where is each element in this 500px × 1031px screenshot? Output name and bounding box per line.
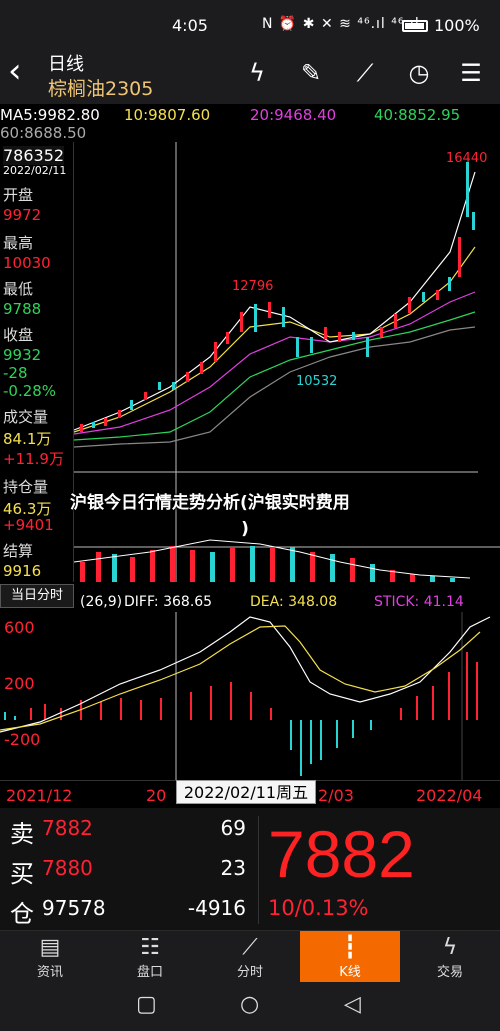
trend-line-icon[interactable]: ⟋ <box>348 56 382 90</box>
crosshair-date: 2022/02/11周五 <box>176 780 316 804</box>
date-label-2: 20 <box>146 786 167 805</box>
volume-bars <box>80 546 455 582</box>
intraday-icon: ⟋ <box>242 935 258 960</box>
oi-change: +9401 <box>3 516 54 534</box>
ma60-value: 60:8688.50 <box>0 124 87 142</box>
last-price: 7882 <box>268 817 415 891</box>
ma40-value: 40:8852.95 <box>374 106 461 124</box>
header: ‹ 日线 棕榈油2305 ϟ ✎ ⟋ ◷ ☰ <box>0 42 500 104</box>
clock-icon[interactable]: ◷ <box>402 56 436 90</box>
flash-icon[interactable]: ϟ <box>240 56 274 90</box>
open-label: 开盘 <box>3 186 34 204</box>
stick-value: STICK: 41.14 <box>374 594 464 610</box>
newspaper-icon: ▤ <box>39 935 61 960</box>
settle-value: 9916 <box>3 562 42 580</box>
high-value: 10030 <box>3 254 51 272</box>
overlay-title: 沪银今日行情走势分析(沪银实时费用 ) <box>70 490 420 542</box>
settle-label: 结算 <box>3 542 34 560</box>
period-title: 日线 <box>48 54 84 75</box>
high-label: 最高 <box>3 234 34 252</box>
macd-axis-200: 200 <box>4 674 35 693</box>
volume-value: 84.1万 <box>3 430 52 448</box>
volume-change: +11.9万 <box>3 450 64 468</box>
info-date: 2022/02/11 <box>3 164 67 177</box>
bar-info-panel: 786352 2022/02/11 开盘 9972 最高 10030 最低 97… <box>0 142 74 582</box>
trade-icon: ϟ <box>442 935 458 960</box>
contract-title: 棕榈油2305 <box>48 78 154 100</box>
ma5-value: MA5:9982.80 <box>0 106 100 124</box>
position-change: -4916 <box>187 896 246 920</box>
change-pct: -0.28% <box>3 382 57 400</box>
close-label: 收盘 <box>3 326 34 344</box>
tab-kline[interactable]: ┇ K线 <box>300 931 400 983</box>
back-nav-icon[interactable]: ◁ <box>344 992 361 1017</box>
mid-low-label: 10532 <box>296 374 337 389</box>
dea-value: DEA: 348.08 <box>250 594 338 610</box>
last-change: 10/0.13% <box>268 896 369 920</box>
overlay-title-line2: ) <box>241 519 249 539</box>
ma-legend: MA5:9982.80 10:9807.60 20:9468.40 40:885… <box>0 104 500 124</box>
overlay-title-line1: 沪银今日行情走势分析(沪银实时费用 <box>70 493 350 513</box>
macd-params: (26,9) <box>80 594 123 610</box>
tab-intraday[interactable]: ⟋ 分时 <box>200 931 300 983</box>
low-label: 最低 <box>3 280 34 298</box>
system-nav-bar: ▢ ○ ◁ <box>0 982 500 1031</box>
back-icon[interactable]: ‹ <box>8 52 38 92</box>
sell-volume: 69 <box>220 816 246 840</box>
volume-label: 成交量 <box>3 408 49 426</box>
bottom-tabs: ▤ 资讯 ☷ 盘口 ⟋ 分时 ┇ K线 ϟ 交易 <box>0 930 500 983</box>
open-value: 9972 <box>3 206 42 224</box>
low-value: 9788 <box>3 300 42 318</box>
diff-value: DIFF: 368.65 <box>124 594 213 610</box>
ma40-line <box>73 311 476 441</box>
change-value: -28 <box>3 364 28 382</box>
orderbook-icon: ☷ <box>140 935 160 960</box>
position-label: 仓 <box>10 900 34 928</box>
tab-trade[interactable]: ϟ 交易 <box>400 931 500 983</box>
ma10-line <box>73 246 476 433</box>
recents-icon[interactable]: ▢ <box>136 992 157 1017</box>
macd-axis-600: 600 <box>4 618 35 637</box>
dea-line <box>0 625 481 731</box>
ma60-line <box>73 326 476 448</box>
buy-price: 7880 <box>42 856 93 880</box>
battery-percent: 100% <box>434 16 480 35</box>
ma10-value: 10:9807.60 <box>124 106 211 124</box>
macd-chart[interactable] <box>0 612 500 780</box>
macd-legend[interactable]: (26,9) DIFF: 368.65 DEA: 348.08 STICK: 4… <box>0 592 500 612</box>
info-code: 786352 <box>3 146 65 165</box>
sell-price: 7882 <box>42 816 93 840</box>
ma20-value: 20:9468.40 <box>250 106 337 124</box>
ma5-line <box>73 171 476 431</box>
status-icons: N ⏰ ✱ ✕ ≋ ⁴⁶.ıl ⁴⁶.ıl <box>262 16 420 32</box>
position-value: 97578 <box>42 896 106 920</box>
candles <box>80 162 475 432</box>
peak-label: 16440 <box>446 151 487 166</box>
home-icon[interactable]: ○ <box>240 992 259 1017</box>
battery-icon <box>402 20 428 32</box>
draw-pen-icon[interactable]: ✎ <box>294 56 328 90</box>
oi-label: 持仓量 <box>3 478 49 496</box>
mid-high-label: 12796 <box>232 279 273 294</box>
buy-label: 买 <box>10 860 34 888</box>
macd-histogram <box>4 652 478 776</box>
close-value: 9932 <box>3 346 42 364</box>
macd-axis-neg200: -200 <box>4 730 41 749</box>
status-time: 4:05 <box>172 16 208 35</box>
date-label-1: 2021/12 <box>6 786 73 805</box>
status-bar: 4:05 N ⏰ ✱ ✕ ≋ ⁴⁶.ıl ⁴⁶.ıl 100% <box>0 0 500 42</box>
date-label-3: 2/03 <box>318 786 354 805</box>
tab-news[interactable]: ▤ 资讯 <box>0 931 100 983</box>
buy-volume: 23 <box>220 856 246 880</box>
menu-list-icon[interactable]: ☰ <box>454 56 488 90</box>
candlestick-icon: ┇ <box>343 935 357 960</box>
tab-orderbook[interactable]: ☷ 盘口 <box>100 931 200 983</box>
order-book[interactable]: 卖 7882 69 买 7880 23 仓 97578 -4916 7882 1… <box>0 808 500 930</box>
sell-label: 卖 <box>10 820 34 848</box>
date-label-4: 2022/04 <box>416 786 483 805</box>
